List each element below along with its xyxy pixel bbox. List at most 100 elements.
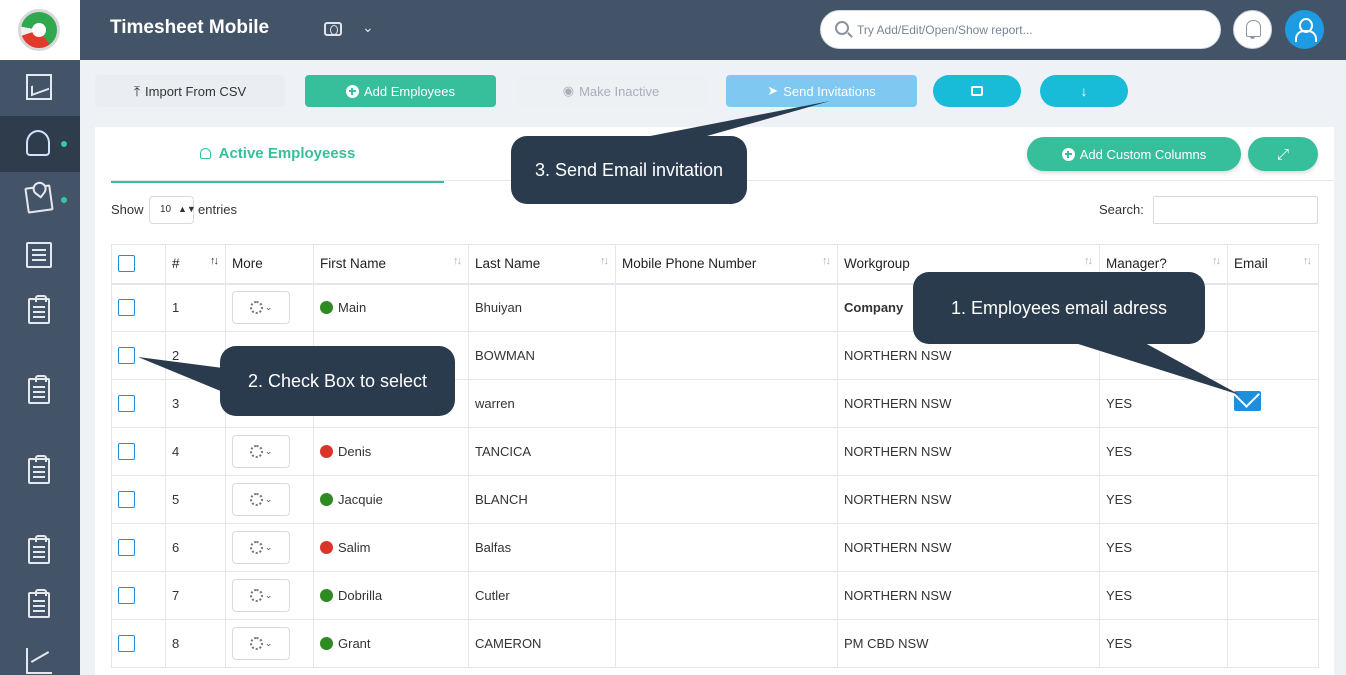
row-number: 4 (165, 427, 226, 476)
users-icon (26, 130, 50, 156)
user-profile-icon[interactable] (1285, 10, 1324, 49)
gear-icon (249, 493, 263, 506)
sidebar-item-employees[interactable] (0, 116, 80, 172)
last-name-cell: TANCICA (468, 427, 616, 476)
manager-cell: YES (1099, 523, 1228, 572)
mobile-phone-cell (615, 331, 838, 380)
table-row[interactable]: 8 ⌄ Grant CAMERON PM CBD NSW YES (111, 619, 1319, 668)
sidebar-item-board[interactable] (0, 228, 80, 284)
select-caret-icon: ▲▼ (178, 204, 196, 214)
logo-area[interactable] (0, 0, 80, 60)
global-search-input[interactable] (857, 19, 1207, 41)
notifications-bell-icon[interactable] (1233, 10, 1272, 49)
last-name-cell: Balfas (468, 523, 616, 572)
column-header-first-name[interactable]: First Name ↑↓ (313, 244, 469, 285)
select-all-checkbox[interactable] (118, 255, 135, 273)
row-checkbox[interactable] (118, 347, 135, 365)
callout-checkbox-select: 2. Check Box to select (220, 346, 455, 416)
sidebar-item-reports-2[interactable] (0, 364, 80, 420)
gear-icon (249, 541, 263, 554)
workgroup-cell: PM CBD NSW (837, 619, 1100, 668)
row-checkbox[interactable] (118, 539, 135, 557)
sidebar-item-dashboard[interactable] (0, 60, 80, 116)
row-select-cell (111, 331, 166, 380)
row-actions-button[interactable]: ⌄ (232, 483, 290, 516)
column-header-mobile-phone[interactable]: Mobile Phone Number ↑↓ (615, 244, 838, 285)
currency-icon[interactable] (324, 22, 342, 36)
email-cell (1227, 619, 1319, 668)
table-search-input[interactable] (1153, 196, 1318, 224)
column-header-email[interactable]: Email ↑↓ (1227, 244, 1319, 285)
row-number: 2 (165, 331, 226, 380)
chevron-down-icon[interactable]: ⌄ (362, 19, 374, 36)
gear-icon (249, 445, 263, 458)
status-dot (320, 493, 333, 506)
chevron-down-icon: ⌄ (264, 494, 273, 504)
row-actions-button[interactable]: ⌄ (232, 531, 290, 564)
envelope-icon[interactable] (1234, 391, 1261, 411)
expand-button[interactable]: ⤢ (1248, 137, 1318, 171)
table-row[interactable]: 7 ⌄ Dobrilla Cutler NORTHERN NSW YES (111, 571, 1319, 620)
last-name-cell: warren (468, 379, 616, 428)
row-actions-button[interactable]: ⌄ (232, 627, 290, 660)
column-header-last-name[interactable]: Last Name ↑↓ (468, 244, 616, 285)
gear-icon (249, 637, 263, 650)
manager-cell: YES (1099, 475, 1228, 524)
row-number: 5 (165, 475, 226, 524)
gear-icon (249, 589, 263, 602)
entries-label: entries (198, 202, 238, 217)
table-row[interactable]: 5 ⌄ Jacquie BLANCH NORTHERN NSW YES (111, 475, 1319, 524)
sidebar-item-analytics[interactable] (0, 634, 80, 675)
workgroup-cell: NORTHERN NSW (837, 523, 1100, 572)
workgroup-cell: NORTHERN NSW (837, 475, 1100, 524)
email-cell (1227, 283, 1319, 332)
first-name-cell: Salim (313, 523, 469, 572)
add-employees-button[interactable]: Add Employees (305, 75, 496, 107)
tab-active-employees[interactable]: Active Employeess (111, 127, 444, 183)
sidebar-item-reports-5[interactable] (0, 578, 80, 634)
row-actions-button[interactable]: ⌄ (232, 435, 290, 468)
eye-slash-icon: ◉ (562, 83, 575, 98)
sidebar-item-reports-1[interactable] (0, 284, 80, 340)
row-actions-button[interactable]: ⌄ (232, 579, 290, 612)
workgroup-cell: NORTHERN NSW (837, 571, 1100, 620)
row-checkbox[interactable] (118, 443, 135, 461)
make-inactive-button[interactable]: ◉ Make Inactive (516, 75, 706, 107)
row-checkbox[interactable] (118, 587, 135, 605)
chevron-down-icon: ⌄ (264, 542, 273, 552)
show-label: Show (111, 202, 144, 217)
manager-cell: YES (1099, 619, 1228, 668)
make-inactive-label: Make Inactive (579, 83, 660, 99)
first-name-cell: Jacquie (313, 475, 469, 524)
row-checkbox[interactable] (118, 491, 135, 509)
row-checkbox[interactable] (118, 395, 135, 413)
status-dot (320, 301, 333, 315)
row-number: 3 (165, 379, 226, 428)
row-select-cell (111, 427, 166, 476)
page-size-select[interactable]: 10 ▲▼ (149, 196, 196, 224)
global-search[interactable] (820, 10, 1221, 49)
last-name-cell: BOWMAN (468, 331, 616, 380)
status-dot (320, 637, 333, 650)
row-more-cell: ⌄ (225, 619, 314, 668)
row-checkbox[interactable] (118, 635, 135, 653)
mobile-phone-cell (615, 619, 838, 668)
import-csv-button[interactable]: ⤒ Import From CSV (95, 75, 285, 107)
print-button[interactable] (933, 75, 1021, 107)
mobile-phone-cell (615, 523, 838, 572)
download-button[interactable]: ↓ (1040, 75, 1128, 107)
sidebar-item-reports-4[interactable] (0, 524, 80, 580)
sidebar-item-reports-3[interactable] (0, 444, 80, 500)
last-name-cell: Bhuiyan (468, 283, 616, 332)
column-header-number[interactable]: # ↑↓ (165, 244, 226, 285)
send-invitations-button[interactable]: ➤ Send Invitations (726, 75, 917, 107)
row-actions-button[interactable]: ⌄ (232, 291, 290, 325)
clipboard-icon (28, 295, 50, 324)
table-row[interactable]: 6 ⌄ Salim Balfas NORTHERN NSW YES (111, 523, 1319, 572)
row-more-cell: ⌄ (225, 571, 314, 620)
sidebar-item-locations[interactable] (0, 172, 80, 228)
row-checkbox[interactable] (118, 299, 135, 317)
search-icon (835, 21, 849, 35)
table-row[interactable]: 4 ⌄ Denis TANCICA NORTHERN NSW YES (111, 427, 1319, 476)
add-custom-columns-button[interactable]: Add Custom Columns (1027, 137, 1241, 171)
